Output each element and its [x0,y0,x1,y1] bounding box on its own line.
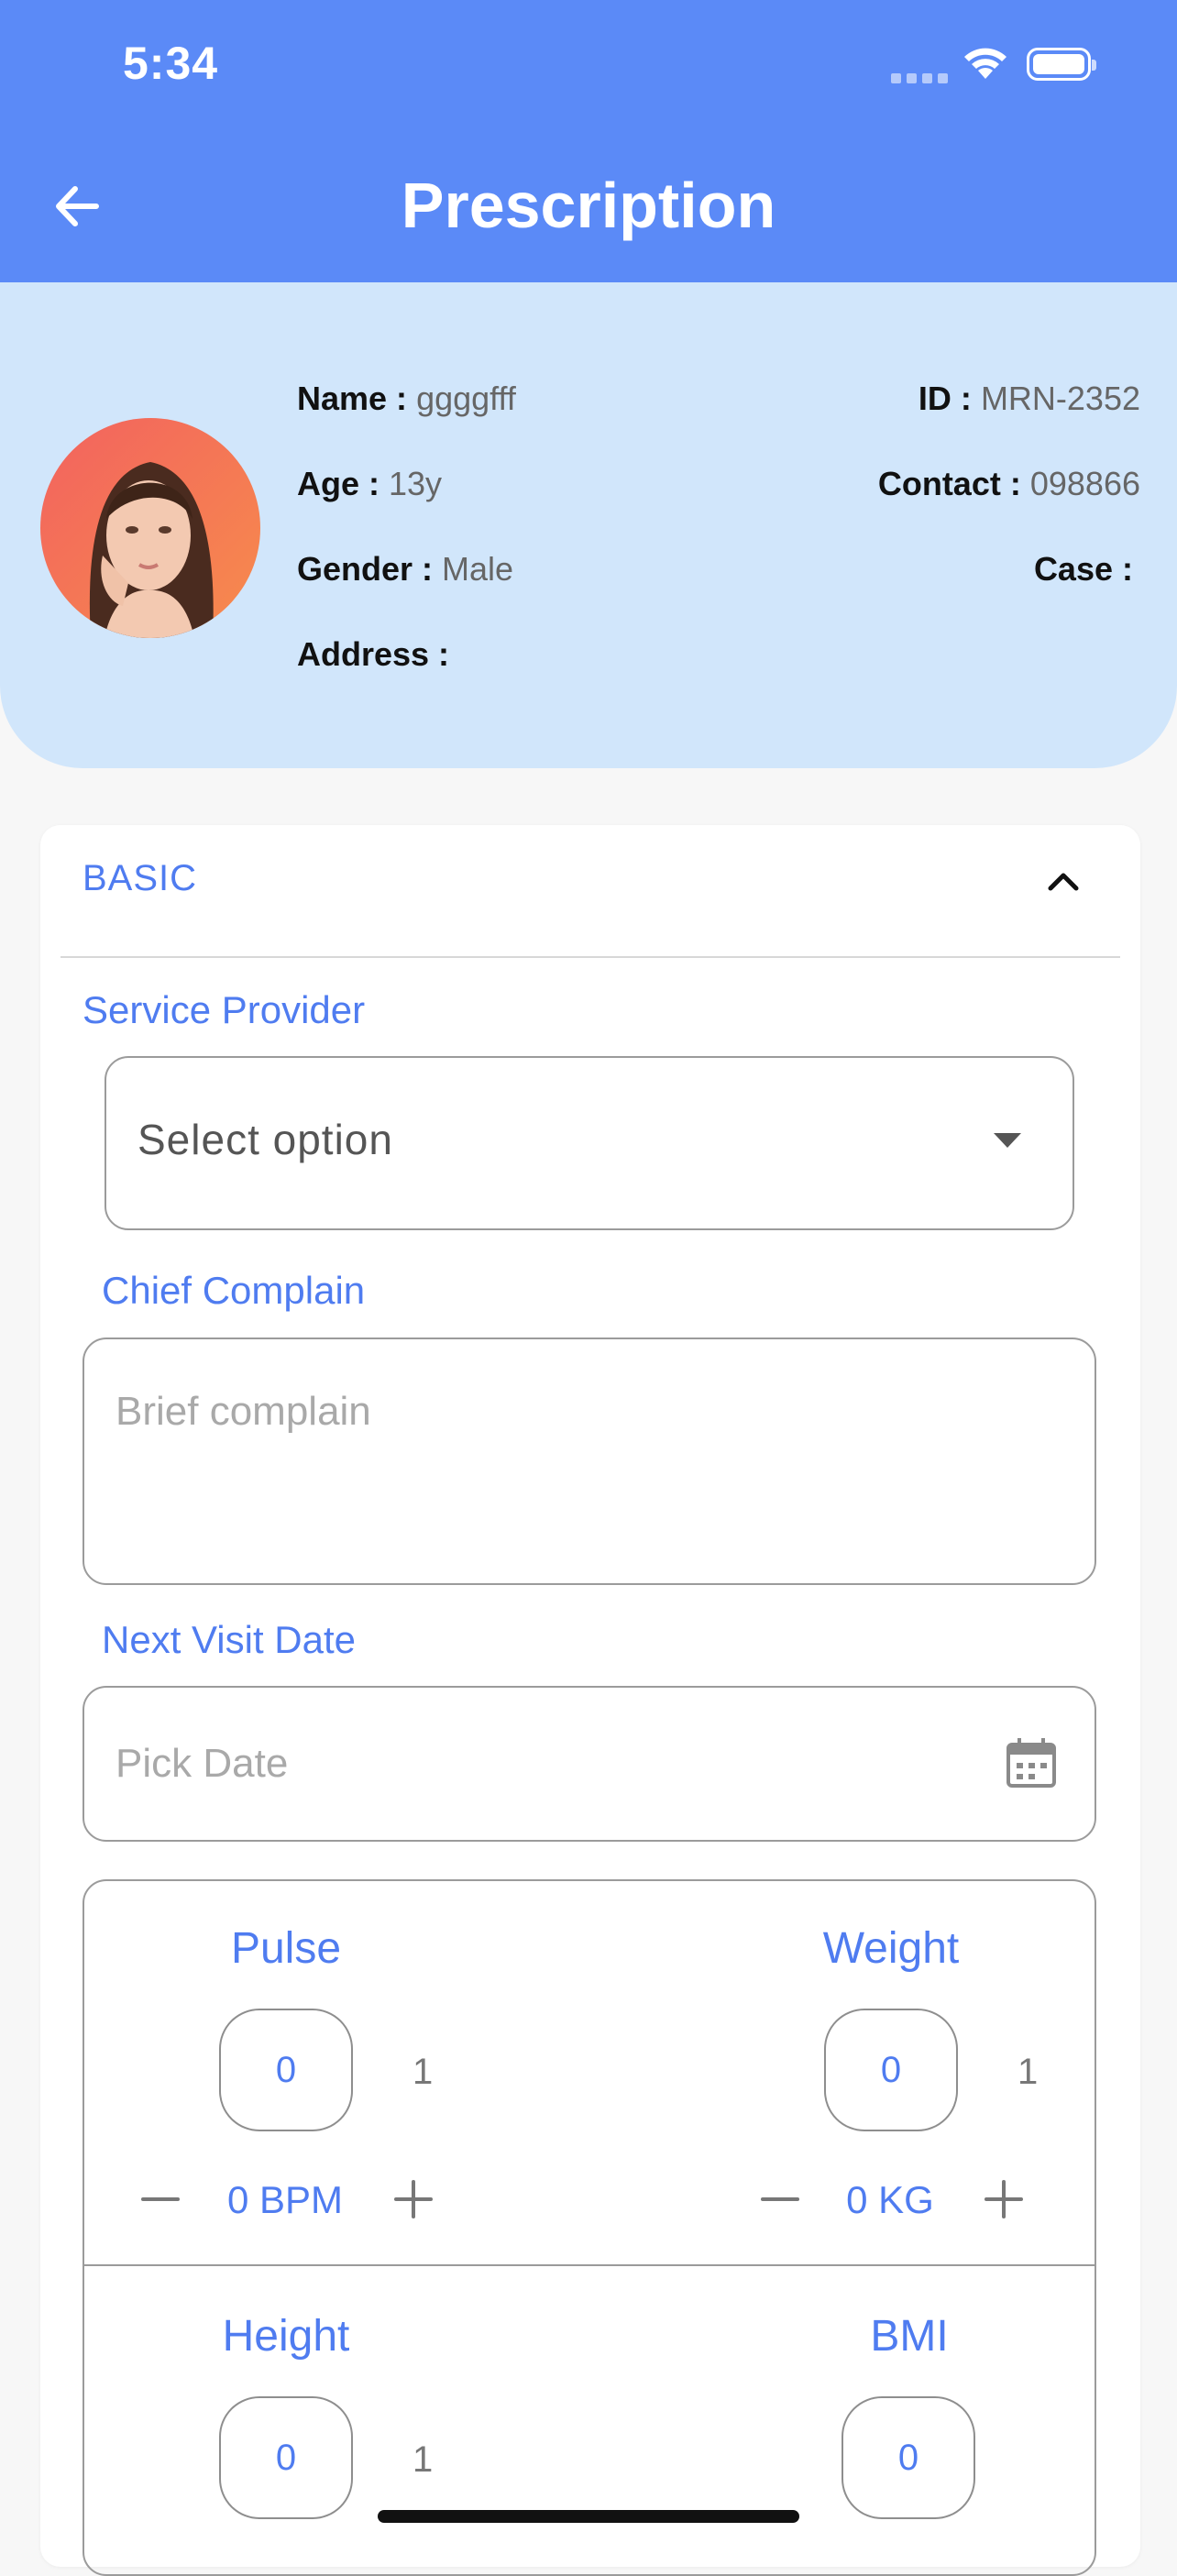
pulse-unit-value: 0 BPM [226,2178,344,2221]
weight-value-box[interactable]: 0 [824,2009,958,2131]
pulse-step: 1 [412,2052,434,2092]
patient-case: Case : [1033,550,1133,588]
chief-complain-textarea[interactable] [82,1338,1096,1585]
chief-complain-label: Chief Complain [102,1269,366,1312]
weight-minus-icon[interactable] [757,2176,803,2222]
section-divider [60,956,1120,958]
patient-address: Address : [297,635,450,673]
bmi-label: BMI [870,2312,949,2361]
chevron-up-icon[interactable] [1045,866,1082,894]
pulse-label: Pulse [230,1924,342,1973]
next-visit-placeholder: Pick Date [116,1741,289,1786]
service-provider-label: Service Provider [82,988,366,1031]
patient-name: Name : ggggfff [297,380,516,417]
height-value-box[interactable]: 0 [219,2396,353,2519]
home-indicator[interactable] [378,2510,799,2523]
patient-avatar [40,418,260,638]
weight-plus-icon[interactable] [981,2176,1027,2222]
status-time: 5:34 [123,38,219,89]
weight-step: 1 [1018,2052,1039,2092]
bmi-value-box: 0 [842,2396,975,2519]
chief-complain-placeholder: Brief complain [116,1389,371,1434]
height-step: 1 [412,2439,434,2480]
cellular-signal-icon [891,73,948,83]
patient-contact: Contact : 098866 [877,465,1140,502]
calendar-icon[interactable] [1005,1736,1058,1789]
patient-age: Age : 13y [297,465,443,502]
wifi-icon [964,48,1006,79]
weight-unit-value: 0 KG [846,2178,934,2221]
pulse-value-box[interactable]: 0 [219,2009,353,2131]
service-provider-value: Select option [138,1116,393,1163]
vitals-divider [84,2264,1094,2266]
patient-gender: Gender : Male [297,550,514,588]
pulse-plus-icon[interactable] [390,2176,436,2222]
height-label: Height [222,2312,350,2361]
battery-icon [1027,48,1096,81]
pulse-minus-icon[interactable] [138,2176,183,2222]
dropdown-arrow-icon [994,1133,1021,1148]
weight-label: Weight [822,1924,960,1973]
page-title: Prescription [401,170,776,241]
patient-id: ID : MRN-2352 [918,380,1140,417]
basic-section-title[interactable]: BASIC [82,858,197,899]
next-visit-label: Next Visit Date [102,1618,356,1661]
